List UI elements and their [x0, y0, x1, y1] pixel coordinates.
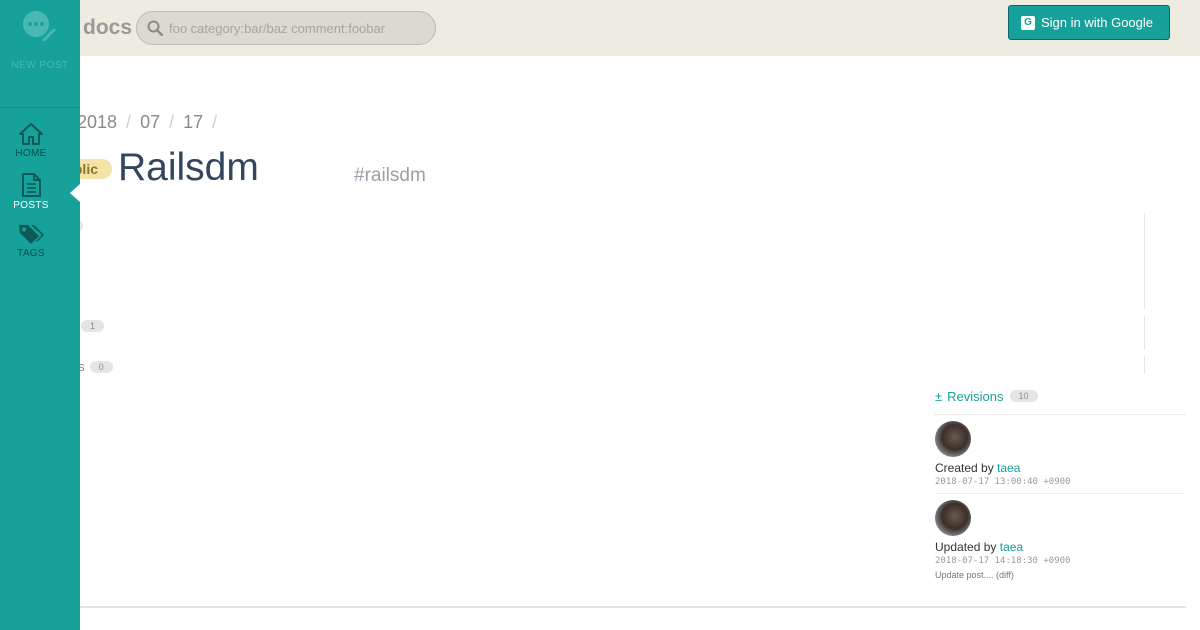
- sign-in-google-button[interactable]: G Sign in with Google: [1008, 5, 1170, 40]
- divider: [1144, 213, 1145, 309]
- new-post-icon: [23, 11, 56, 42]
- revision-action: Created by: [935, 461, 994, 475]
- top-header: docs G Sign in with Google: [0, 0, 1200, 56]
- sidebar-item-posts[interactable]: POSTS: [0, 172, 62, 211]
- plus-minus-icon: ±: [935, 388, 943, 404]
- revisions-header[interactable]: ± Revisions 10: [935, 386, 1185, 406]
- breadcrumb-year[interactable]: 2018: [77, 112, 117, 133]
- google-plus-icon: G: [1021, 15, 1035, 30]
- brand-name[interactable]: docs: [83, 16, 132, 40]
- page-title: Railsdm: [118, 146, 259, 189]
- breadcrumb-separator: /: [212, 112, 218, 132]
- count-badge: 0: [89, 360, 113, 373]
- sign-in-label: Sign in with Google: [1041, 15, 1154, 30]
- document-icon: [22, 173, 41, 197]
- divider: [1144, 356, 1145, 374]
- home-icon: [19, 123, 43, 145]
- tags-icon: [19, 225, 44, 244]
- sidebar: NEW POST HOME POSTS TAGS: [0, 0, 80, 630]
- breadcrumb-separator: /: [169, 112, 175, 132]
- sidebar-item-home[interactable]: HOME: [0, 122, 62, 159]
- sidebar-item-label: HOME: [15, 148, 47, 159]
- user-link[interactable]: taea: [997, 461, 1020, 475]
- stat-item[interactable]: 1: [81, 316, 105, 334]
- revision-line: Updated by taea: [935, 540, 1185, 554]
- avatar[interactable]: [935, 500, 971, 536]
- new-post-label: NEW POST: [11, 60, 69, 71]
- date-breadcrumb: 2018 / 07 / 17 /: [77, 112, 217, 133]
- divider: [80, 606, 1186, 608]
- revision-entry: Created by taea 2018-07-17 13:00:40 +090…: [935, 415, 1185, 494]
- revision-entry: Updated by taea 2018-07-17 14:18:30 +090…: [935, 494, 1185, 586]
- search-box[interactable]: [136, 11, 436, 45]
- breadcrumb-separator: /: [126, 112, 132, 132]
- breadcrumb-day[interactable]: 17: [183, 112, 203, 133]
- breadcrumb-month[interactable]: 07: [140, 112, 160, 133]
- search-icon: [147, 20, 163, 36]
- new-post-button[interactable]: NEW POST: [0, 8, 80, 108]
- revision-message[interactable]: Update post.... (diff): [935, 570, 1185, 580]
- sidebar-item-label: POSTS: [13, 200, 49, 211]
- sidebar-item-tags[interactable]: TAGS: [0, 222, 62, 259]
- revision-line: Created by taea: [935, 461, 1185, 475]
- revision-timestamp: 2018-07-17 13:00:40 +0900: [935, 477, 1071, 487]
- sidebar-item-label: TAGS: [17, 248, 45, 259]
- avatar[interactable]: [935, 421, 971, 457]
- user-link[interactable]: taea: [1000, 540, 1023, 554]
- revisions-count-badge: 10: [1009, 390, 1038, 402]
- revision-timestamp: 2018-07-17 14:18:30 +0900: [935, 556, 1071, 566]
- revision-action: Updated by: [935, 540, 997, 554]
- post-tag-link[interactable]: #railsdm: [354, 165, 426, 187]
- divider: [1144, 316, 1145, 350]
- search-input[interactable]: [169, 17, 429, 39]
- count-badge: 1: [81, 320, 105, 332]
- active-nav-indicator: [70, 184, 80, 202]
- revisions-panel: ± Revisions 10 Created by taea 2018-07-1…: [935, 386, 1185, 586]
- revisions-label: Revisions: [947, 388, 1004, 404]
